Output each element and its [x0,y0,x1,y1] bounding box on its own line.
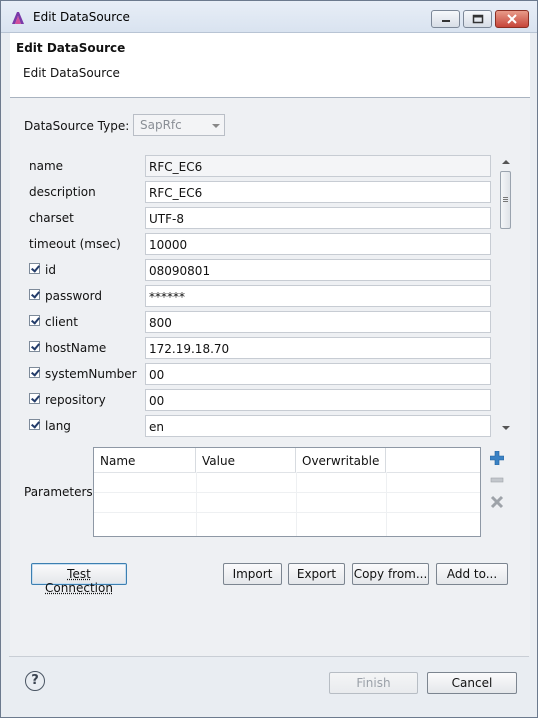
grip-icon [503,197,508,198]
property-label: client [45,315,78,329]
table-row [94,492,480,493]
test-connection-button[interactable]: Test Connection [31,563,127,595]
property-value-field[interactable]: 10000 [145,233,491,255]
copy-from-button[interactable]: Copy from... [352,563,429,585]
column-header-value[interactable]: Value [196,448,296,472]
property-row: client 800 [24,310,494,334]
properties-panel: name RFC_EC6 description RFC_EC6 charset… [24,154,514,438]
property-row: repository 00 [24,388,494,412]
properties-scrollbar[interactable] [499,154,513,436]
close-window-button[interactable] [495,10,529,28]
maximize-button[interactable] [463,10,492,28]
header-subtitle: Edit DataSource [23,66,120,80]
property-label: repository [45,393,106,407]
property-row: timeout (msec) 10000 [24,232,494,256]
property-label: lang [45,419,71,433]
property-row: lang en [24,414,494,438]
datasource-type-combo[interactable]: SapRfc [133,114,225,136]
property-checkbox[interactable] [29,367,40,378]
parameters-label: Parameters [24,485,93,499]
property-row: id 08090801 [24,258,494,282]
minimize-icon [432,11,459,27]
maximize-icon [464,11,491,27]
property-checkbox[interactable] [29,341,40,352]
scroll-up-icon[interactable] [502,160,510,164]
scrollbar-thumb[interactable] [500,171,511,229]
column-header-name[interactable]: Name [94,448,196,472]
delete-icon [490,495,504,509]
property-value-field[interactable]: RFC_EC6 [145,181,491,203]
delete-parameter-button[interactable] [489,494,505,510]
chevron-down-icon [212,124,220,128]
plus-icon [490,451,504,465]
property-row: password ****** [24,284,494,308]
dialog-header: Edit DataSource Edit DataSource [10,33,530,98]
property-row: charset UTF-8 [24,206,494,230]
property-label: password [45,289,102,303]
table-row [94,512,480,513]
import-button[interactable]: Import [223,563,282,585]
property-value-field[interactable]: 800 [145,311,491,333]
property-row: description RFC_EC6 [24,180,494,204]
remove-parameter-button[interactable] [489,472,505,488]
property-value-field[interactable]: 08090801 [145,259,491,281]
property-checkbox[interactable] [29,289,40,300]
app-icon [12,12,24,24]
column-header-overwritable[interactable]: Overwritable [296,448,386,472]
property-value-field[interactable]: 00 [145,363,491,385]
property-row: systemNumber 00 [24,362,494,386]
property-label: hostName [45,341,107,355]
property-label: systemNumber [45,367,137,381]
parameters-table[interactable]: Name Value Overwritable [93,447,481,537]
add-parameter-button[interactable] [489,450,505,466]
property-value-field[interactable]: ****** [145,285,491,307]
add-to-button[interactable]: Add to... [436,563,508,585]
property-value-field[interactable]: en [145,415,491,437]
property-label: id [45,263,56,277]
property-checkbox[interactable] [29,263,40,274]
datasource-type-value: SapRfc [140,118,182,132]
datasource-type-label: DataSource Type: [24,119,130,133]
table-header: Name Value Overwritable [94,448,480,473]
title-bar[interactable]: Edit DataSource [1,1,537,33]
header-title: Edit DataSource [16,41,126,55]
cancel-button[interactable]: Cancel [427,672,517,694]
property-value-field[interactable]: 00 [145,389,491,411]
close-icon [496,11,528,27]
property-label: timeout (msec) [29,237,121,251]
table-column-divider [196,472,197,536]
export-button[interactable]: Export [288,563,345,585]
property-label: charset [29,211,74,225]
property-checkbox[interactable] [29,315,40,326]
property-label: description [29,185,96,199]
finish-button[interactable]: Finish [329,672,418,694]
property-value-field[interactable]: RFC_EC6 [145,155,491,177]
table-column-divider [386,472,387,536]
property-row: hostName 172.19.18.70 [24,336,494,360]
test-connection-label: Test Connection [45,567,113,595]
property-checkbox[interactable] [29,393,40,404]
property-value-field[interactable]: UTF-8 [145,207,491,229]
window-title: Edit DataSource [33,10,130,24]
help-icon[interactable]: ? [25,671,45,691]
scroll-down-icon[interactable] [502,426,510,430]
property-value-field[interactable]: 172.19.18.70 [145,337,491,359]
minus-icon [490,477,504,483]
property-label: name [29,159,64,173]
property-checkbox[interactable] [29,419,40,430]
minimize-button[interactable] [431,10,460,28]
table-column-divider [296,472,297,536]
property-row: name RFC_EC6 [24,154,494,178]
